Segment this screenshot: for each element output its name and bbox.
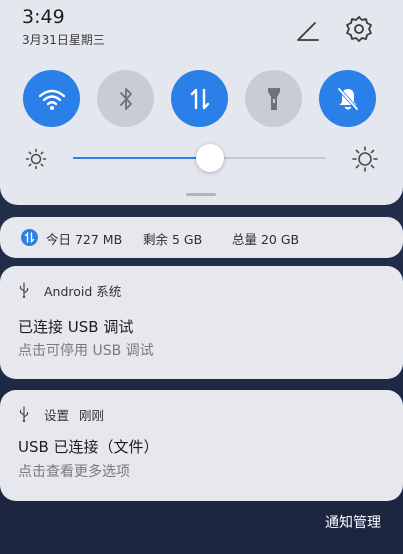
usb-icon [19,406,29,422]
flashlight-toggle[interactable] [245,70,302,127]
bluetooth-toggle[interactable] [97,70,154,127]
notification-app-name: Android 系统 [44,283,122,299]
brightness-slider-thumb[interactable] [195,144,224,172]
notification-management-button[interactable]: 通知管理 [325,512,381,532]
brightness-low-icon [25,148,47,170]
usb-icon [19,282,29,298]
settings-button[interactable] [344,14,374,44]
wifi-icon [38,89,65,110]
data-remaining: 剩余 5 GB [143,232,203,247]
data-total: 总量 20 GB [232,232,300,247]
do-not-disturb-toggle[interactable] [319,70,376,127]
data-usage-card[interactable]: 今日 727 MB 剩余 5 GB 总量 20 GB [0,217,403,258]
data-today: 今日 727 MB [46,232,123,247]
clock: 3:49 [22,6,65,28]
notification-title: USB 已连接（文件） [18,438,159,456]
notification-title: 已连接 USB 调试 [18,318,134,336]
notification-time: 刚刚 [79,407,105,423]
brightness-high-icon [352,146,378,172]
quick-settings-panel: 3:49 3月31日星期三 [0,0,403,205]
notification-subtitle: 点击查看更多选项 [18,464,130,480]
data-transfer-icon [190,88,209,109]
notification-usb-connected[interactable]: 设置 刚刚 USB 已连接（文件） 点击查看更多选项 [0,390,403,501]
gear-icon [346,16,372,42]
mobile-data-toggle[interactable] [171,70,228,127]
bluetooth-icon [119,87,132,110]
notification-app-name: 设置 [44,407,70,423]
brightness-slider[interactable] [73,144,326,172]
notification-header: Android 系统 [18,282,122,299]
wifi-toggle[interactable] [23,70,80,127]
pencil-icon [297,22,319,41]
notification-usb-debugging[interactable]: Android 系统 已连接 USB 调试 点击可停用 USB 调试 [0,266,403,379]
notification-subtitle: 点击可停用 USB 调试 [18,343,154,359]
edit-button[interactable] [294,16,322,44]
notification-header: 设置 刚刚 [18,406,105,423]
panel-drag-handle[interactable] [186,193,216,196]
data-usage-icon [21,229,38,246]
flashlight-icon [267,87,280,110]
bell-off-icon [337,87,358,110]
date-label: 3月31日星期三 [22,33,105,47]
brightness-slider-fill [73,157,210,159]
